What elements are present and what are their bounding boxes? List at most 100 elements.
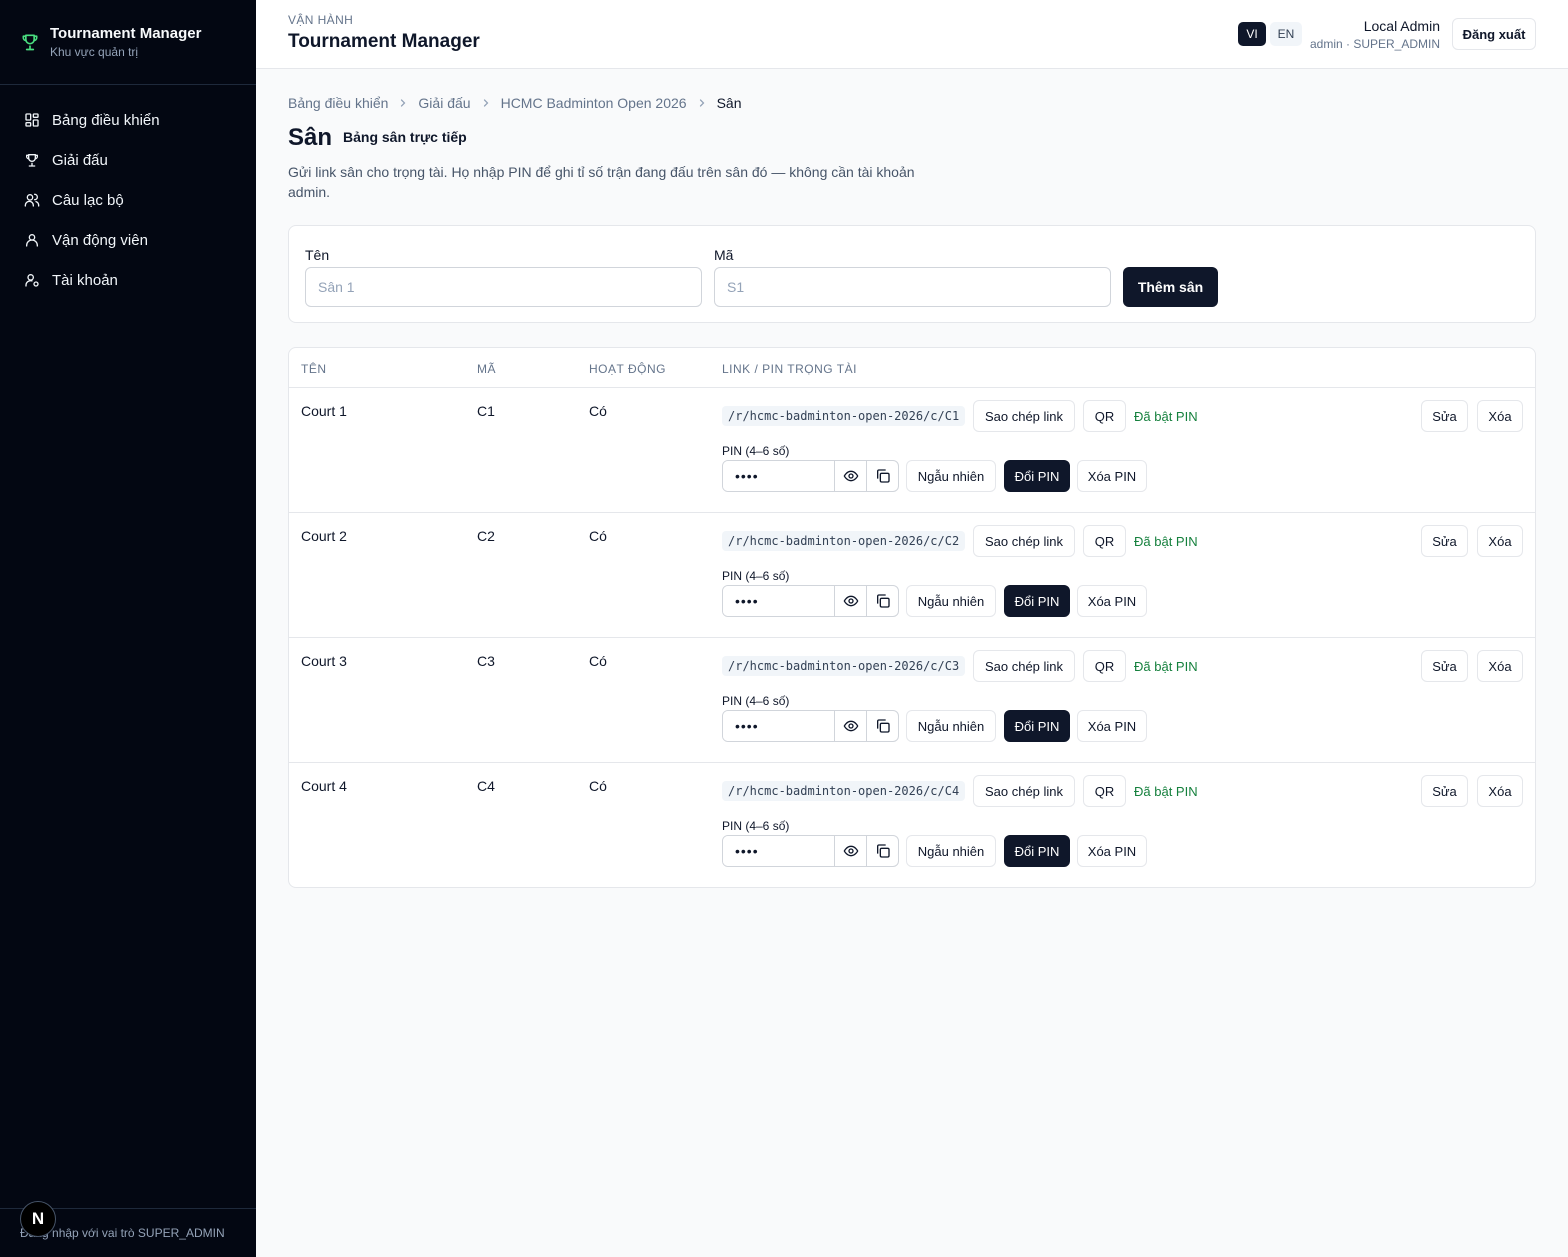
referee-link: /r/hcmc-badminton-open-2026/c/C3	[722, 656, 966, 676]
sidebar-item-athletes[interactable]: Vận động viên	[0, 220, 256, 260]
court-name: Court 4	[301, 778, 347, 794]
qr-button[interactable]: QR	[1083, 525, 1126, 557]
name-input[interactable]	[305, 267, 702, 307]
pin-field-group	[722, 710, 899, 742]
edit-button[interactable]: Sửa	[1421, 650, 1468, 682]
code-input[interactable]	[714, 267, 1111, 307]
breadcrumb-tournaments[interactable]: Giải đấu	[418, 95, 470, 111]
top-header: VẬN HÀNH Tournament Manager VI EN Local …	[256, 0, 1568, 69]
chevron-right-icon	[397, 97, 409, 109]
copy-icon[interactable]	[866, 836, 898, 866]
chevron-right-icon	[480, 97, 492, 109]
pin-status: Đã bật PIN	[1134, 409, 1198, 424]
lang-vi-button[interactable]: VI	[1238, 22, 1266, 46]
sidebar-item-dashboard[interactable]: Bảng điều khiển	[0, 100, 256, 140]
qr-button[interactable]: QR	[1083, 650, 1126, 682]
qr-button[interactable]: QR	[1083, 775, 1126, 807]
column-header-code: MÃ	[477, 362, 496, 376]
header-kicker: VẬN HÀNH	[288, 13, 354, 27]
edit-button[interactable]: Sửa	[1421, 400, 1468, 432]
sidebar-item-label: Giải đấu	[52, 151, 108, 169]
edit-button[interactable]: Sửa	[1421, 525, 1468, 557]
delete-pin-button[interactable]: Xóa PIN	[1077, 710, 1147, 742]
pin-field-group	[722, 835, 899, 867]
qr-button[interactable]: QR	[1083, 400, 1126, 432]
dev-badge[interactable]: N	[20, 1201, 56, 1237]
breadcrumb-tournament[interactable]: HCMC Badminton Open 2026	[501, 95, 687, 111]
delete-pin-button[interactable]: Xóa PIN	[1077, 835, 1147, 867]
sidebar-item-label: Bảng điều khiển	[52, 111, 160, 129]
pin-input[interactable]	[723, 586, 835, 616]
add-court-button[interactable]: Thêm sân	[1123, 267, 1218, 307]
sidebar-item-label: Tài khoản	[52, 271, 118, 289]
eye-icon[interactable]	[835, 711, 866, 741]
delete-button[interactable]: Xóa	[1477, 400, 1523, 432]
eye-icon[interactable]	[835, 836, 866, 866]
copy-icon[interactable]	[866, 586, 898, 616]
delete-button[interactable]: Xóa	[1477, 775, 1523, 807]
random-pin-button[interactable]: Ngẫu nhiên	[906, 710, 996, 742]
eye-icon[interactable]	[835, 461, 866, 491]
delete-pin-button[interactable]: Xóa PIN	[1077, 460, 1147, 492]
column-header-name: TÊN	[301, 362, 327, 376]
pin-status: Đã bật PIN	[1134, 784, 1198, 799]
delete-button[interactable]: Xóa	[1477, 650, 1523, 682]
change-pin-button[interactable]: Đổi PIN	[1004, 710, 1070, 742]
brand-title: Tournament Manager	[50, 25, 202, 42]
court-active: Có	[589, 528, 607, 544]
copy-link-button[interactable]: Sao chép link	[973, 650, 1075, 682]
pin-label: PIN (4–6 số)	[722, 444, 790, 458]
column-header-active: HOẠT ĐỘNG	[589, 362, 666, 376]
breadcrumb-current: Sân	[716, 95, 742, 111]
lang-en-button[interactable]: EN	[1270, 22, 1302, 46]
header-title: Tournament Manager	[288, 31, 480, 52]
copy-icon[interactable]	[866, 711, 898, 741]
change-pin-button[interactable]: Đổi PIN	[1004, 585, 1070, 617]
page-subtitle: Bảng sân trực tiếp	[343, 129, 467, 145]
pin-field-group	[722, 460, 899, 492]
change-pin-button[interactable]: Đổi PIN	[1004, 460, 1070, 492]
sidebar-item-accounts[interactable]: Tài khoản	[0, 260, 256, 300]
user-role: admin · SUPER_ADMIN	[1309, 37, 1440, 51]
brand: Tournament Manager Khu vực quản trị	[0, 0, 256, 85]
pin-status: Đã bật PIN	[1134, 659, 1198, 674]
sidebar-item-label: Câu lạc bộ	[52, 191, 124, 209]
copy-link-button[interactable]: Sao chép link	[973, 775, 1075, 807]
change-pin-button[interactable]: Đổi PIN	[1004, 835, 1070, 867]
random-pin-button[interactable]: Ngẫu nhiên	[906, 460, 996, 492]
courts-table: TÊN MÃ HOẠT ĐỘNG LINK / PIN TRỌNG TÀI Co…	[288, 347, 1536, 888]
add-court-form: Tên Mã Thêm sân	[288, 225, 1536, 323]
sidebar: Tournament Manager Khu vực quản trị Bảng…	[0, 0, 256, 1257]
referee-link: /r/hcmc-badminton-open-2026/c/C1	[722, 406, 966, 426]
breadcrumb-dashboard[interactable]: Bảng điều khiển	[288, 95, 388, 111]
delete-pin-button[interactable]: Xóa PIN	[1077, 585, 1147, 617]
pin-input[interactable]	[723, 836, 835, 866]
court-code: C1	[477, 403, 495, 419]
delete-button[interactable]: Xóa	[1477, 525, 1523, 557]
pin-label: PIN (4–6 số)	[722, 569, 790, 583]
court-code: C3	[477, 653, 495, 669]
copy-link-button[interactable]: Sao chép link	[973, 525, 1075, 557]
pin-input[interactable]	[723, 461, 835, 491]
eye-icon[interactable]	[835, 586, 866, 616]
user-settings-icon	[25, 274, 39, 287]
copy-link-button[interactable]: Sao chép link	[973, 400, 1075, 432]
copy-icon[interactable]	[866, 461, 898, 491]
user-icon	[26, 234, 38, 247]
table-row: Court 1 C1 Có /r/hcmc-badminton-open-202…	[289, 388, 1535, 513]
edit-button[interactable]: Sửa	[1421, 775, 1468, 807]
pin-label: PIN (4–6 số)	[722, 694, 790, 708]
trophy-icon	[20, 32, 40, 52]
brand-subtitle: Khu vực quản trị	[50, 45, 139, 59]
sidebar-item-tournaments[interactable]: Giải đấu	[0, 140, 256, 180]
trophy-icon	[26, 154, 38, 167]
pin-input[interactable]	[723, 711, 835, 741]
referee-link: /r/hcmc-badminton-open-2026/c/C4	[722, 781, 966, 801]
sidebar-item-clubs[interactable]: Câu lạc bộ	[0, 180, 256, 220]
dashboard-icon	[25, 113, 39, 127]
logout-button[interactable]: Đăng xuất	[1452, 18, 1536, 50]
chevron-right-icon	[696, 97, 708, 109]
random-pin-button[interactable]: Ngẫu nhiên	[906, 585, 996, 617]
court-code: C4	[477, 778, 495, 794]
random-pin-button[interactable]: Ngẫu nhiên	[906, 835, 996, 867]
